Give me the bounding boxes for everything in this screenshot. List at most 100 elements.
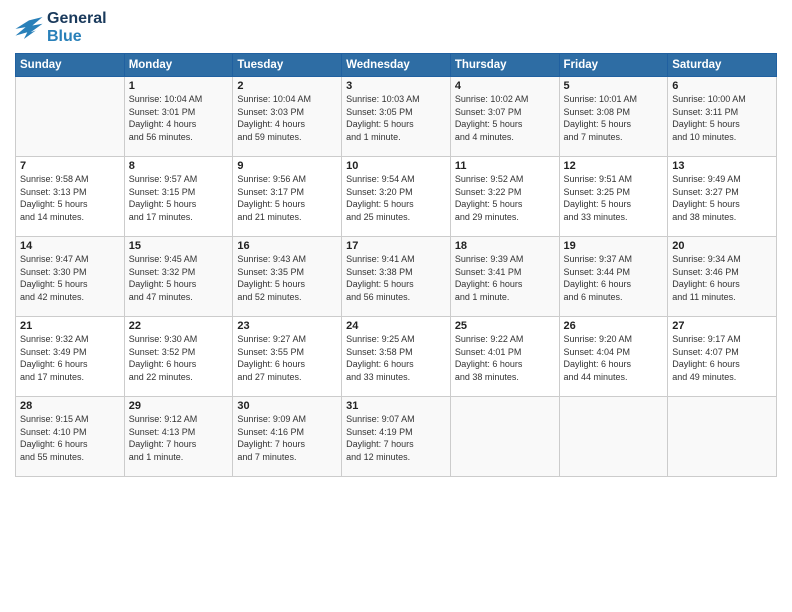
calendar-cell: 25Sunrise: 9:22 AM Sunset: 4:01 PM Dayli…	[450, 317, 559, 397]
day-number: 15	[129, 240, 229, 252]
day-info: Sunrise: 9:30 AM Sunset: 3:52 PM Dayligh…	[129, 333, 229, 383]
calendar-cell	[16, 77, 125, 157]
header: General Blue	[15, 10, 777, 45]
calendar-cell: 19Sunrise: 9:37 AM Sunset: 3:44 PM Dayli…	[559, 237, 668, 317]
day-info: Sunrise: 9:49 AM Sunset: 3:27 PM Dayligh…	[672, 173, 772, 223]
day-number: 3	[346, 80, 446, 92]
calendar-cell: 15Sunrise: 9:45 AM Sunset: 3:32 PM Dayli…	[124, 237, 233, 317]
day-number: 9	[237, 160, 337, 172]
day-number: 18	[455, 240, 555, 252]
day-info: Sunrise: 9:32 AM Sunset: 3:49 PM Dayligh…	[20, 333, 120, 383]
day-number: 19	[564, 240, 664, 252]
day-number: 7	[20, 160, 120, 172]
weekday-header: Saturday	[668, 54, 777, 77]
day-number: 29	[129, 400, 229, 412]
calendar-cell: 31Sunrise: 9:07 AM Sunset: 4:19 PM Dayli…	[342, 397, 451, 477]
calendar-cell: 24Sunrise: 9:25 AM Sunset: 3:58 PM Dayli…	[342, 317, 451, 397]
day-info: Sunrise: 9:34 AM Sunset: 3:46 PM Dayligh…	[672, 253, 772, 303]
day-info: Sunrise: 9:47 AM Sunset: 3:30 PM Dayligh…	[20, 253, 120, 303]
day-number: 13	[672, 160, 772, 172]
day-number: 28	[20, 400, 120, 412]
calendar-cell	[559, 397, 668, 477]
weekday-header: Sunday	[16, 54, 125, 77]
day-number: 10	[346, 160, 446, 172]
day-number: 27	[672, 320, 772, 332]
weekday-header: Monday	[124, 54, 233, 77]
day-number: 20	[672, 240, 772, 252]
day-info: Sunrise: 9:52 AM Sunset: 3:22 PM Dayligh…	[455, 173, 555, 223]
calendar-cell	[668, 397, 777, 477]
calendar-header: SundayMondayTuesdayWednesdayThursdayFrid…	[16, 54, 777, 77]
calendar-cell: 1Sunrise: 10:04 AM Sunset: 3:01 PM Dayli…	[124, 77, 233, 157]
day-number: 24	[346, 320, 446, 332]
calendar-cell: 28Sunrise: 9:15 AM Sunset: 4:10 PM Dayli…	[16, 397, 125, 477]
calendar-cell: 20Sunrise: 9:34 AM Sunset: 3:46 PM Dayli…	[668, 237, 777, 317]
calendar-cell: 7Sunrise: 9:58 AM Sunset: 3:13 PM Daylig…	[16, 157, 125, 237]
day-number: 11	[455, 160, 555, 172]
calendar-cell: 12Sunrise: 9:51 AM Sunset: 3:25 PM Dayli…	[559, 157, 668, 237]
day-number: 1	[129, 80, 229, 92]
calendar-week-row: 7Sunrise: 9:58 AM Sunset: 3:13 PM Daylig…	[16, 157, 777, 237]
day-info: Sunrise: 9:51 AM Sunset: 3:25 PM Dayligh…	[564, 173, 664, 223]
day-number: 4	[455, 80, 555, 92]
day-info: Sunrise: 9:20 AM Sunset: 4:04 PM Dayligh…	[564, 333, 664, 383]
calendar-week-row: 21Sunrise: 9:32 AM Sunset: 3:49 PM Dayli…	[16, 317, 777, 397]
calendar-cell: 26Sunrise: 9:20 AM Sunset: 4:04 PM Dayli…	[559, 317, 668, 397]
day-number: 8	[129, 160, 229, 172]
day-info: Sunrise: 9:57 AM Sunset: 3:15 PM Dayligh…	[129, 173, 229, 223]
day-info: Sunrise: 9:39 AM Sunset: 3:41 PM Dayligh…	[455, 253, 555, 303]
day-info: Sunrise: 9:25 AM Sunset: 3:58 PM Dayligh…	[346, 333, 446, 383]
day-info: Sunrise: 9:37 AM Sunset: 3:44 PM Dayligh…	[564, 253, 664, 303]
calendar-cell: 17Sunrise: 9:41 AM Sunset: 3:38 PM Dayli…	[342, 237, 451, 317]
calendar-week-row: 14Sunrise: 9:47 AM Sunset: 3:30 PM Dayli…	[16, 237, 777, 317]
day-info: Sunrise: 9:09 AM Sunset: 4:16 PM Dayligh…	[237, 413, 337, 463]
day-info: Sunrise: 10:02 AM Sunset: 3:07 PM Daylig…	[455, 93, 555, 143]
calendar-cell: 30Sunrise: 9:09 AM Sunset: 4:16 PM Dayli…	[233, 397, 342, 477]
day-info: Sunrise: 9:43 AM Sunset: 3:35 PM Dayligh…	[237, 253, 337, 303]
calendar-cell: 29Sunrise: 9:12 AM Sunset: 4:13 PM Dayli…	[124, 397, 233, 477]
weekday-header: Thursday	[450, 54, 559, 77]
header-row: SundayMondayTuesdayWednesdayThursdayFrid…	[16, 54, 777, 77]
calendar-body: 1Sunrise: 10:04 AM Sunset: 3:01 PM Dayli…	[16, 77, 777, 477]
day-info: Sunrise: 10:01 AM Sunset: 3:08 PM Daylig…	[564, 93, 664, 143]
day-info: Sunrise: 10:00 AM Sunset: 3:11 PM Daylig…	[672, 93, 772, 143]
logo: General Blue	[15, 10, 107, 45]
calendar-cell: 18Sunrise: 9:39 AM Sunset: 3:41 PM Dayli…	[450, 237, 559, 317]
day-info: Sunrise: 9:17 AM Sunset: 4:07 PM Dayligh…	[672, 333, 772, 383]
day-number: 5	[564, 80, 664, 92]
day-number: 21	[20, 320, 120, 332]
calendar-week-row: 1Sunrise: 10:04 AM Sunset: 3:01 PM Dayli…	[16, 77, 777, 157]
calendar-cell: 3Sunrise: 10:03 AM Sunset: 3:05 PM Dayli…	[342, 77, 451, 157]
day-info: Sunrise: 9:22 AM Sunset: 4:01 PM Dayligh…	[455, 333, 555, 383]
day-info: Sunrise: 9:58 AM Sunset: 3:13 PM Dayligh…	[20, 173, 120, 223]
calendar-cell: 5Sunrise: 10:01 AM Sunset: 3:08 PM Dayli…	[559, 77, 668, 157]
day-info: Sunrise: 10:04 AM Sunset: 3:03 PM Daylig…	[237, 93, 337, 143]
calendar-cell: 23Sunrise: 9:27 AM Sunset: 3:55 PM Dayli…	[233, 317, 342, 397]
day-number: 22	[129, 320, 229, 332]
calendar-table: SundayMondayTuesdayWednesdayThursdayFrid…	[15, 53, 777, 477]
day-number: 26	[564, 320, 664, 332]
calendar-cell: 21Sunrise: 9:32 AM Sunset: 3:49 PM Dayli…	[16, 317, 125, 397]
calendar-cell: 9Sunrise: 9:56 AM Sunset: 3:17 PM Daylig…	[233, 157, 342, 237]
day-number: 23	[237, 320, 337, 332]
day-info: Sunrise: 9:54 AM Sunset: 3:20 PM Dayligh…	[346, 173, 446, 223]
day-number: 25	[455, 320, 555, 332]
weekday-header: Tuesday	[233, 54, 342, 77]
logo-text: General Blue	[47, 10, 107, 45]
day-info: Sunrise: 9:12 AM Sunset: 4:13 PM Dayligh…	[129, 413, 229, 463]
day-info: Sunrise: 9:15 AM Sunset: 4:10 PM Dayligh…	[20, 413, 120, 463]
weekday-header: Friday	[559, 54, 668, 77]
day-info: Sunrise: 10:04 AM Sunset: 3:01 PM Daylig…	[129, 93, 229, 143]
calendar-cell: 22Sunrise: 9:30 AM Sunset: 3:52 PM Dayli…	[124, 317, 233, 397]
day-info: Sunrise: 9:56 AM Sunset: 3:17 PM Dayligh…	[237, 173, 337, 223]
day-number: 17	[346, 240, 446, 252]
calendar-week-row: 28Sunrise: 9:15 AM Sunset: 4:10 PM Dayli…	[16, 397, 777, 477]
calendar-cell: 4Sunrise: 10:02 AM Sunset: 3:07 PM Dayli…	[450, 77, 559, 157]
logo-icon	[15, 17, 43, 39]
day-number: 12	[564, 160, 664, 172]
page-container: General Blue SundayMondayTuesdayWednesda…	[0, 0, 792, 482]
day-number: 16	[237, 240, 337, 252]
calendar-cell: 13Sunrise: 9:49 AM Sunset: 3:27 PM Dayli…	[668, 157, 777, 237]
calendar-cell: 10Sunrise: 9:54 AM Sunset: 3:20 PM Dayli…	[342, 157, 451, 237]
calendar-cell: 11Sunrise: 9:52 AM Sunset: 3:22 PM Dayli…	[450, 157, 559, 237]
